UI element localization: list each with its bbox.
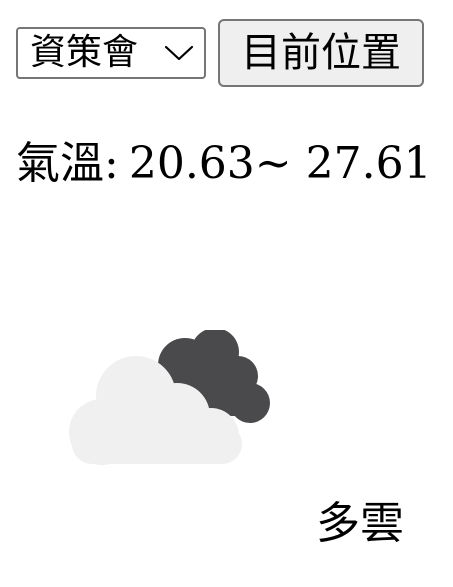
location-select-value: 資策會 <box>30 32 139 73</box>
current-location-button[interactable]: 目前位置 <box>218 19 424 87</box>
temperature-separator: : <box>104 138 119 189</box>
temperature-readout: 氣溫 : 20.63~ 27.61 <box>16 142 432 202</box>
location-select[interactable]: 資策會 <box>16 27 206 79</box>
temperature-range: 20.63~ 27.61 <box>128 138 432 189</box>
cloudy-icon <box>60 330 274 470</box>
temperature-label: 氣溫 <box>16 138 104 189</box>
weather-condition: 多雲 <box>316 498 404 549</box>
controls-bar: 資策會 目前位置 <box>16 18 424 88</box>
current-location-button-label: 目前位置 <box>241 30 401 76</box>
chevron-down-icon <box>164 44 194 62</box>
